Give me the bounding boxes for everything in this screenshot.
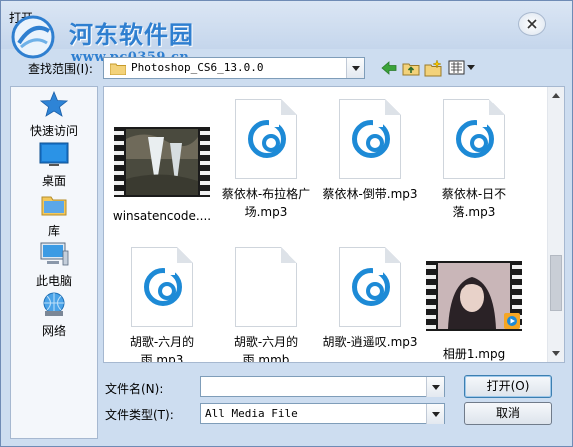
look-in-combo[interactable]: Photoshop_CS6_13.0.0 bbox=[103, 57, 365, 79]
file-name: 胡歌-六月的雨.mp3 bbox=[129, 335, 195, 363]
audio-file-icon bbox=[339, 99, 401, 179]
file-type-label: 文件类型(T): bbox=[105, 408, 174, 422]
chevron-down-icon bbox=[552, 351, 560, 356]
places-bar: 快速访问 桌面 库 此电脑 网络 bbox=[10, 86, 98, 439]
title-bar: 打开 河东软件园 www.pc0359.cn bbox=[1, 1, 572, 65]
chevron-up-icon bbox=[552, 93, 560, 98]
place-this-pc[interactable]: 此电脑 bbox=[11, 241, 97, 289]
file-item[interactable]: 蔡依林-布拉格广场.mp3 bbox=[214, 99, 318, 221]
watermark: 河东软件园 www.pc0359.cn bbox=[9, 13, 339, 65]
place-label: 此电脑 bbox=[35, 274, 72, 288]
look-in-label: 查找范围(I): bbox=[28, 62, 93, 76]
vertical-scrollbar[interactable] bbox=[547, 87, 564, 362]
audio-file-icon bbox=[443, 99, 505, 179]
place-label: 快速访问 bbox=[29, 124, 78, 138]
file-list: winsatencode.... 蔡依林-布拉格广场.mp3 蔡依林-倒带.mp… bbox=[103, 86, 565, 363]
look-in-value: Photoshop_CS6_13.0.0 bbox=[131, 61, 264, 74]
place-desktop[interactable]: 桌面 bbox=[11, 141, 97, 189]
file-name: 蔡依林-布拉格广场.mp3 bbox=[221, 187, 311, 219]
file-name: 蔡依林-倒带.mp3 bbox=[322, 187, 418, 201]
file-name: 蔡依林-日不落.mp3 bbox=[441, 187, 507, 219]
audio-file-icon bbox=[235, 99, 297, 179]
scroll-up-button[interactable] bbox=[548, 87, 564, 104]
cancel-button[interactable]: 取消 bbox=[464, 402, 552, 425]
file-item[interactable]: 胡歌-六月的雨.mmb bbox=[214, 247, 318, 363]
close-icon bbox=[527, 19, 537, 29]
play-badge-icon bbox=[504, 313, 520, 329]
audio-file-icon bbox=[339, 247, 401, 327]
file-item[interactable]: 蔡依林-日不落.mp3 bbox=[422, 99, 526, 221]
place-label: 库 bbox=[47, 224, 60, 238]
portrait-image bbox=[438, 263, 510, 329]
network-icon bbox=[43, 292, 65, 316]
place-label: 桌面 bbox=[41, 174, 66, 188]
close-button[interactable] bbox=[518, 12, 546, 36]
blank-file-icon bbox=[235, 247, 297, 327]
desktop-icon bbox=[39, 142, 69, 166]
file-item[interactable]: 胡歌-六月的雨.mp3 bbox=[110, 247, 214, 363]
view-menu-icon[interactable] bbox=[448, 59, 476, 77]
place-label: 网络 bbox=[41, 324, 66, 338]
file-name-label: 文件名(N): bbox=[105, 382, 164, 396]
video-thumbnail bbox=[426, 261, 522, 331]
star-icon bbox=[39, 90, 69, 117]
file-name: winsatencode.... bbox=[112, 209, 212, 223]
audio-file-icon bbox=[131, 247, 193, 327]
open-file-dialog: 打开 河东软件园 www.pc0359.cn 查找范围(I): Photosho… bbox=[0, 0, 573, 447]
up-folder-icon[interactable] bbox=[402, 59, 420, 77]
chevron-down-icon[interactable] bbox=[346, 58, 364, 78]
file-name: 胡歌-逍遥叹.mp3 bbox=[322, 335, 418, 349]
video-thumbnail bbox=[114, 127, 210, 197]
place-network[interactable]: 网络 bbox=[11, 291, 97, 339]
waterfall-image bbox=[126, 129, 198, 195]
file-name: 胡歌-六月的雨.mmb bbox=[233, 335, 299, 363]
file-name-input[interactable] bbox=[200, 376, 445, 397]
file-item[interactable]: 胡歌-逍遥叹.mp3 bbox=[318, 247, 422, 351]
computer-icon bbox=[40, 242, 69, 266]
file-item[interactable]: 相册1.mpg bbox=[422, 247, 526, 362]
open-button[interactable]: 打开(O) bbox=[464, 375, 552, 398]
watermark-logo-icon bbox=[11, 15, 55, 59]
scroll-down-button[interactable] bbox=[548, 345, 564, 362]
back-icon[interactable] bbox=[380, 59, 398, 77]
place-quick-access[interactable]: 快速访问 bbox=[11, 90, 97, 139]
scroll-thumb[interactable] bbox=[550, 255, 562, 311]
library-icon bbox=[41, 196, 67, 216]
folder-icon bbox=[110, 63, 126, 75]
watermark-site-name: 河东软件园 bbox=[69, 20, 194, 49]
chevron-down-icon[interactable] bbox=[426, 377, 444, 397]
place-library[interactable]: 库 bbox=[11, 191, 97, 239]
file-name: 相册1.mpg bbox=[442, 347, 506, 361]
file-type-select[interactable]: All Media File bbox=[200, 403, 445, 424]
file-item[interactable]: winsatencode.... bbox=[110, 99, 214, 225]
file-type-value: All Media File bbox=[205, 407, 298, 420]
file-item[interactable]: 蔡依林-倒带.mp3 bbox=[318, 99, 422, 203]
chevron-down-icon[interactable] bbox=[426, 404, 444, 424]
new-folder-icon[interactable] bbox=[424, 59, 442, 77]
